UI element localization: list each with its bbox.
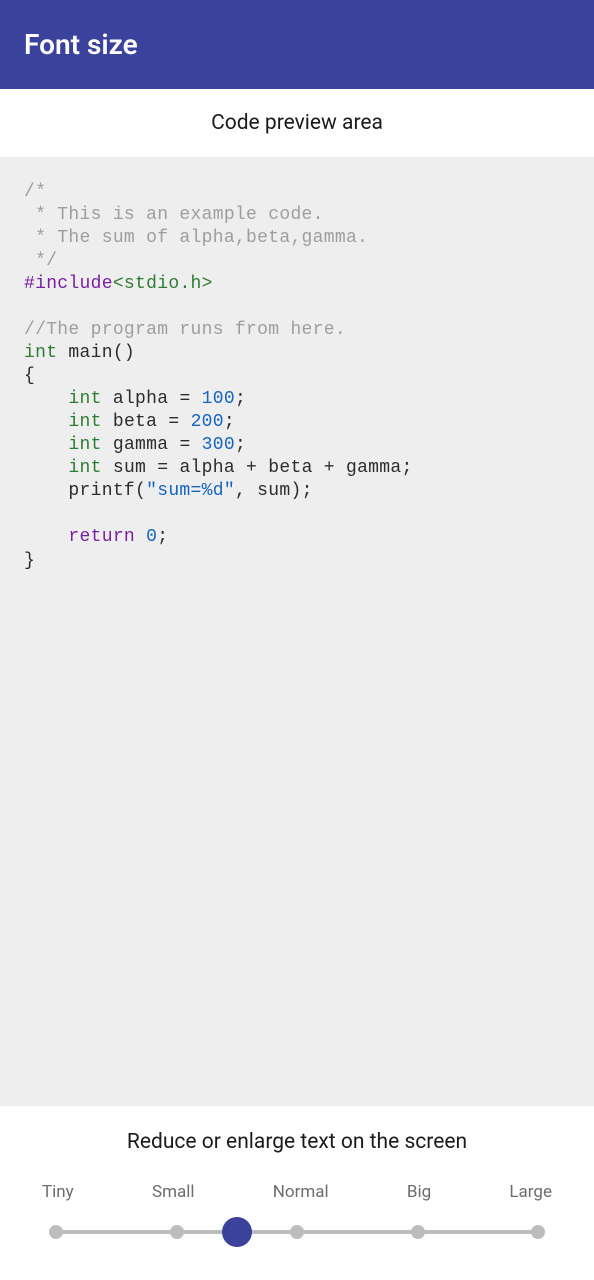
slider-tick-large[interactable] [531, 1225, 545, 1239]
code-text: ; [224, 412, 235, 432]
code-preview: /* * This is an example code. * The sum … [0, 157, 594, 1106]
slider-tick-tiny[interactable] [49, 1225, 63, 1239]
code-text: printf( [24, 481, 146, 501]
code-text: alpha = [102, 389, 202, 409]
code-number: 200 [191, 412, 224, 432]
code-keyword-return: return [68, 527, 135, 547]
code-line-comment: //The program runs from here. [24, 320, 346, 340]
slider-thumb[interactable] [222, 1217, 252, 1247]
code-number: 100 [202, 389, 235, 409]
code-comment-line: /* [24, 182, 46, 202]
code-number: 300 [202, 435, 235, 455]
code-comment-line: * This is an example code. [24, 205, 324, 225]
slider-label-large: Large [509, 1182, 552, 1202]
slider-tick-small[interactable] [170, 1225, 184, 1239]
slider-label-big: Big [407, 1182, 431, 1202]
code-keyword-int: int [68, 458, 101, 478]
code-text: ; [235, 435, 246, 455]
font-size-slider[interactable] [0, 1212, 594, 1252]
slider-tick-normal[interactable] [290, 1225, 304, 1239]
code-text: , sum); [235, 481, 313, 501]
code-keyword-int: int [68, 389, 101, 409]
preview-label: Code preview area [0, 89, 594, 157]
code-brace-open: { [24, 366, 35, 386]
code-keyword-int: int [24, 343, 57, 363]
slider-labels-row: Tiny Small Normal Big Large [0, 1182, 594, 1202]
footer-instruction: Reduce or enlarge text on the screen [0, 1120, 594, 1182]
code-text: gamma = [102, 435, 202, 455]
footer: Reduce or enlarge text on the screen Tin… [0, 1106, 594, 1280]
slider-label-normal: Normal [273, 1182, 329, 1202]
code-string: "sum=%d" [146, 481, 235, 501]
code-text: ; [235, 389, 246, 409]
code-preproc: #include [24, 274, 113, 294]
code-text: ; [157, 527, 168, 547]
page-title: Font size [24, 28, 570, 61]
slider-label-tiny: Tiny [42, 1182, 74, 1202]
code-keyword-int: int [68, 435, 101, 455]
code-keyword-int: int [68, 412, 101, 432]
code-brace-close: } [24, 551, 35, 571]
code-main-sig: main() [57, 343, 135, 363]
code-comment-line: */ [24, 251, 57, 271]
app-bar: Font size [0, 0, 594, 89]
code-text: beta = [102, 412, 191, 432]
code-comment-line: * The sum of alpha,beta,gamma. [24, 228, 368, 248]
code-number: 0 [146, 527, 157, 547]
code-include-header: <stdio.h> [113, 274, 213, 294]
slider-tick-big[interactable] [411, 1225, 425, 1239]
code-text: sum = alpha + beta + gamma; [102, 458, 413, 478]
slider-label-small: Small [152, 1182, 195, 1202]
